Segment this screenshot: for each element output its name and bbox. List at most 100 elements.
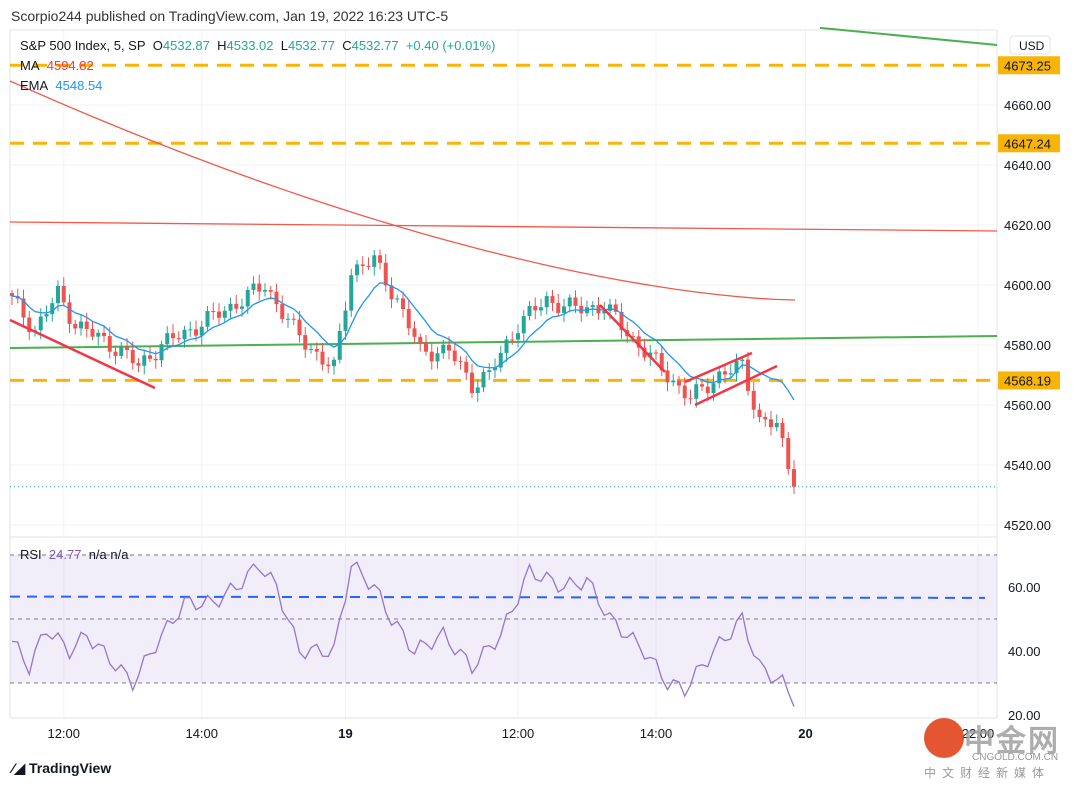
time-tick-label: 14:00 — [640, 726, 673, 741]
open-value: 4532.87 — [162, 38, 210, 53]
red-horizontal-trendline — [9, 221, 998, 232]
candle-body — [769, 419, 773, 428]
candle-body — [194, 329, 198, 336]
candle-body — [510, 339, 515, 341]
candle-body — [61, 285, 66, 303]
symbol: S&P 500 Index, 5, SP — [20, 38, 146, 53]
candle-body — [84, 321, 89, 329]
rsi-legend[interactable]: RSI 24.77 n/a n/a — [20, 547, 128, 562]
candle-body — [550, 296, 555, 303]
candle-body — [136, 363, 141, 366]
price-tick-label: 4620.00 — [1004, 218, 1051, 233]
ohlc-legend: S&P 500 Index, 5, SP O4532.87 H4533.02 L… — [20, 38, 495, 53]
cngold-watermark: 中金网 CNGOLD.COM.CN 中文财经新媒体 — [922, 718, 1072, 782]
candle-body — [303, 335, 308, 350]
candle-body — [119, 346, 124, 356]
candle-body — [516, 333, 520, 340]
candle-body — [67, 302, 72, 324]
candle-body — [521, 316, 526, 334]
candle-body — [113, 351, 118, 356]
candle-body — [251, 283, 256, 290]
candle-body — [711, 383, 716, 394]
candle-body — [746, 359, 750, 391]
candle-body — [435, 353, 440, 362]
level-badge-label: 4568.19 — [1004, 373, 1051, 388]
candle-body — [780, 422, 785, 439]
candle-body — [694, 384, 699, 399]
ma-legend[interactable]: MA 4594.82 — [20, 58, 94, 73]
candle-body — [130, 349, 135, 364]
candle-body — [688, 398, 693, 400]
candle-body — [705, 386, 710, 394]
candle-body — [458, 361, 463, 363]
ma-label: MA — [20, 58, 40, 73]
ema-label: EMA — [20, 78, 49, 93]
candle-body — [567, 297, 572, 307]
candle-body — [355, 264, 359, 276]
ema-value: 4548.54 — [55, 78, 103, 93]
candle-body — [527, 306, 532, 317]
time-tick-label: 12:00 — [47, 726, 80, 741]
drawn-trendline — [599, 304, 666, 373]
c-label: C — [342, 38, 352, 53]
candle-body — [682, 385, 687, 399]
candle-body — [533, 306, 538, 311]
price-tick-label: 4600.00 — [1004, 278, 1051, 293]
logo-text: TradingView — [29, 760, 112, 776]
candle-body — [401, 298, 405, 310]
candle-body — [314, 348, 319, 352]
price-chart[interactable]: 4660.00 4640.00 4620.00 4600.00 4580.00 4560.… — [0, 0, 1080, 788]
candle-body — [326, 364, 331, 367]
price-tick-label: 4580.00 — [1004, 338, 1051, 353]
candle-body — [395, 298, 400, 300]
candle-body — [740, 359, 745, 361]
candle-body — [372, 255, 377, 267]
candle-body — [245, 289, 250, 307]
candle-body — [792, 469, 796, 487]
candle-body — [452, 350, 457, 362]
price-tick-label: 4520.00 — [1004, 518, 1051, 533]
ema-legend[interactable]: EMA 4548.54 — [20, 78, 102, 93]
candle-body — [240, 306, 244, 309]
candle-body — [343, 310, 348, 331]
candle-body — [590, 305, 595, 308]
candle-body — [73, 323, 78, 329]
rsi-tick-label: 60.00 — [1008, 580, 1041, 595]
candle-body — [539, 307, 543, 311]
candle-body — [418, 336, 423, 343]
candle-body — [50, 303, 55, 315]
tv-logo-icon: ⁄◢ — [12, 760, 29, 776]
candle-body — [320, 351, 325, 365]
candle-body — [360, 264, 365, 266]
candle-body — [102, 332, 106, 337]
candle-body — [677, 380, 681, 386]
candle-body — [107, 336, 112, 352]
candle-body — [349, 275, 354, 311]
candle-body — [383, 262, 388, 286]
candle-body — [332, 359, 336, 367]
candle-body — [429, 351, 434, 362]
candle-body — [475, 387, 480, 393]
rsi-extra: n/a n/a — [88, 547, 129, 562]
time-tick-label: 14:00 — [185, 726, 218, 741]
tradingview-logo[interactable]: ⁄◢ TradingView — [12, 760, 111, 777]
candle-body — [90, 328, 95, 337]
candle-body — [188, 329, 193, 331]
rsi-band-fill — [10, 555, 997, 683]
candle-body — [504, 339, 509, 353]
candle-body — [56, 285, 60, 304]
candle-body — [125, 346, 129, 350]
l-label: L — [280, 38, 288, 53]
candle-body — [424, 342, 428, 352]
candle-body — [228, 303, 233, 311]
level-badge-label: 4673.25 — [1004, 58, 1051, 73]
rsi-tick-label: 40.00 — [1008, 644, 1041, 659]
candle-body — [79, 321, 83, 329]
candle-body — [257, 283, 262, 292]
time-tick-label: 12:00 — [502, 726, 535, 741]
candle-body — [217, 311, 221, 318]
price-tick-label: 4640.00 — [1004, 158, 1051, 173]
candle-body — [297, 319, 302, 336]
candle-body — [274, 291, 279, 305]
ma-value: 4594.82 — [46, 58, 94, 73]
